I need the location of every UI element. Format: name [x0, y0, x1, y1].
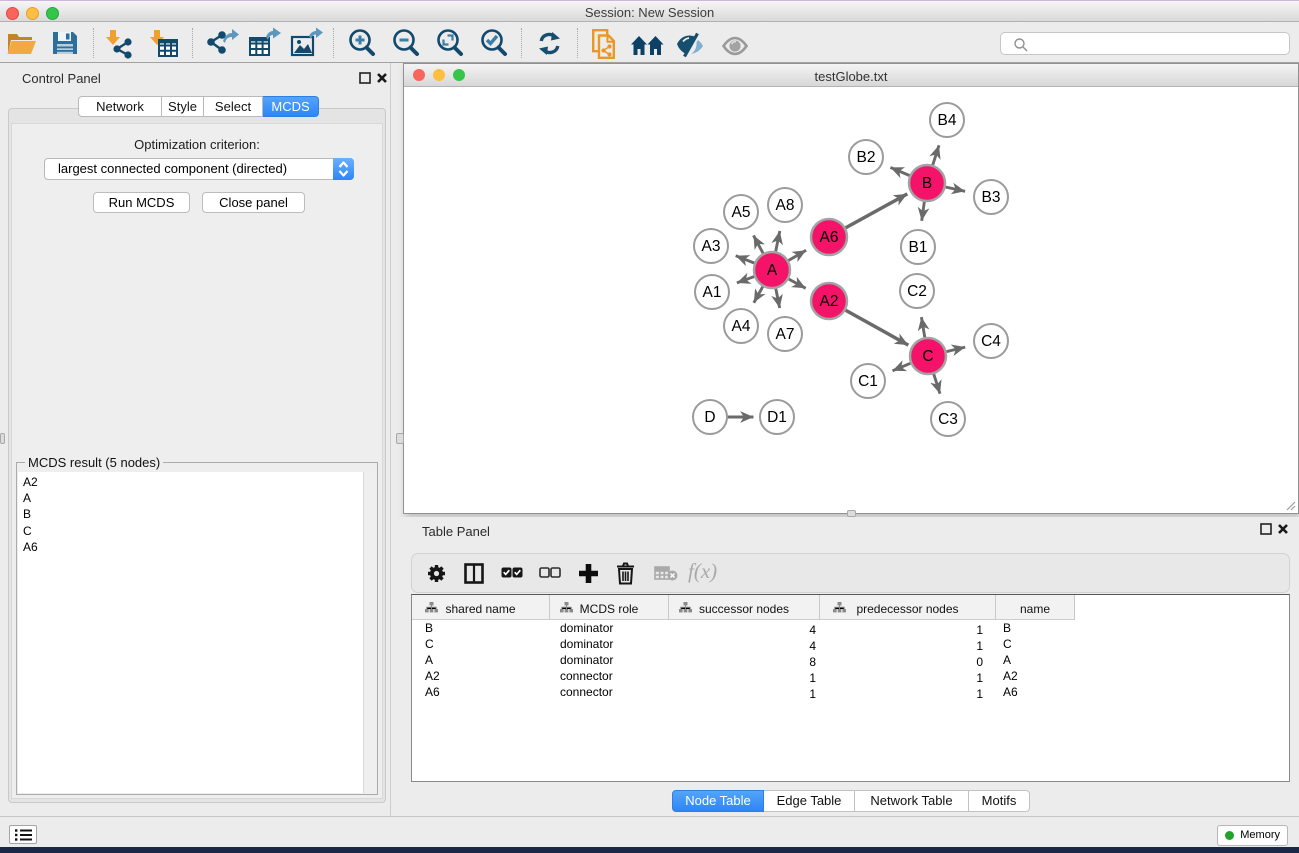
svg-text:C4: C4: [981, 333, 1001, 350]
svg-text:A8: A8: [776, 197, 795, 214]
svg-text:B4: B4: [938, 112, 957, 129]
svg-text:A7: A7: [776, 326, 795, 343]
svg-text:A6: A6: [820, 229, 839, 246]
svg-text:B1: B1: [909, 239, 928, 256]
svg-text:B2: B2: [857, 149, 876, 166]
svg-text:B: B: [922, 175, 932, 192]
svg-text:C2: C2: [907, 283, 927, 300]
svg-text:A: A: [767, 262, 778, 279]
svg-text:A5: A5: [732, 204, 751, 221]
svg-text:C3: C3: [938, 411, 958, 428]
svg-text:A1: A1: [703, 284, 722, 301]
svg-text:A3: A3: [702, 238, 721, 255]
svg-text:A2: A2: [820, 293, 839, 310]
svg-text:C1: C1: [858, 373, 878, 390]
svg-text:B3: B3: [982, 189, 1001, 206]
svg-text:C: C: [922, 348, 933, 365]
svg-text:D: D: [704, 409, 715, 426]
svg-text:D1: D1: [767, 409, 787, 426]
svg-text:A4: A4: [732, 318, 751, 335]
